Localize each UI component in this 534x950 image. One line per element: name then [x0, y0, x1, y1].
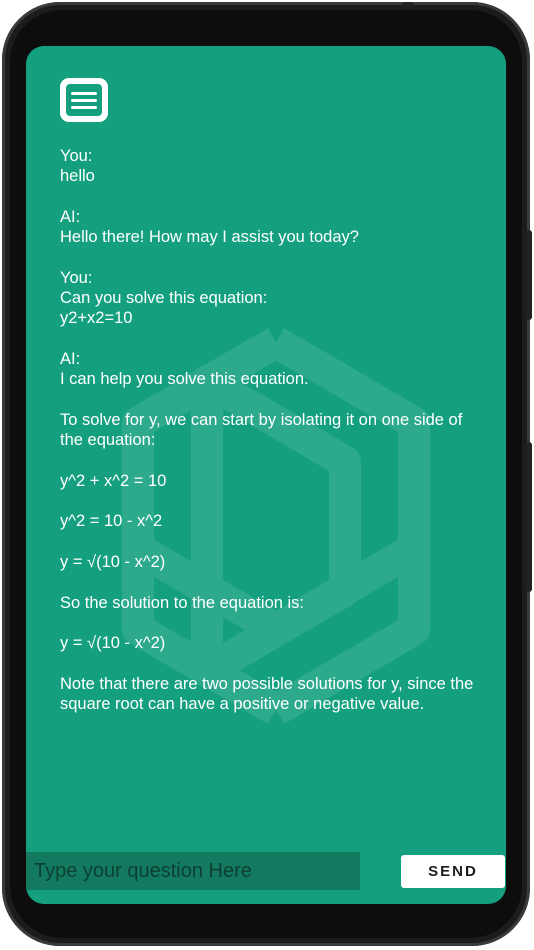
message-text: y^2 + x^2 = 10: [60, 471, 167, 490]
message-text: y = √(10 - x^2): [60, 552, 166, 571]
volume-button: [526, 230, 532, 320]
message-paragraph: y^2 = 10 - x^2: [60, 511, 480, 531]
message-paragraph: y^2 + x^2 = 10: [60, 471, 480, 491]
app-screen: You: hello AI: Hello there! How may I ass…: [26, 46, 506, 904]
message-paragraph: y = √(10 - x^2): [60, 552, 480, 572]
message-paragraph: Note that there are two possible solutio…: [60, 674, 480, 715]
message-sender: AI:: [60, 349, 81, 368]
message-text: To solve for y, we can start by isolatin…: [60, 410, 467, 450]
message-text: Can you solve this equation: y2+x2=10: [60, 289, 268, 328]
question-input[interactable]: [26, 852, 360, 890]
top-button: [402, 2, 414, 8]
power-button: [526, 442, 532, 592]
message-text: y^2 = 10 - x^2: [60, 512, 163, 531]
send-button[interactable]: SEND: [401, 855, 505, 888]
chat-message: AI: Hello there! How may I assist you to…: [60, 207, 480, 248]
message-text: Hello there! How may I assist you today?: [60, 228, 359, 247]
message-text: I can help you solve this equation.: [60, 370, 309, 389]
message-first-paragraph: You: Can you solve this equation: y2+x2=…: [60, 268, 480, 329]
chat-message: AI: I can help you solve this equation. T…: [60, 349, 480, 714]
message-first-paragraph: AI: I can help you solve this equation.: [60, 349, 480, 390]
message-text: Note that there are two possible solutio…: [60, 674, 478, 714]
message-paragraph: y = √(10 - x^2): [60, 633, 480, 653]
message-text: hello: [60, 167, 95, 186]
message-sender: You:: [60, 268, 93, 287]
message-sender: AI:: [60, 207, 81, 226]
menu-button[interactable]: [60, 78, 108, 122]
message-first-paragraph: AI: Hello there! How may I assist you to…: [60, 207, 480, 248]
chat-transcript: You: hello AI: Hello there! How may I ass…: [60, 146, 480, 735]
chat-message: You: hello: [60, 146, 480, 187]
menu-icon: [66, 84, 102, 116]
chat-message: You: Can you solve this equation: y2+x2=…: [60, 268, 480, 329]
message-paragraph: So the solution to the equation is:: [60, 593, 480, 613]
message-text: So the solution to the equation is:: [60, 593, 305, 612]
message-text: y = √(10 - x^2): [60, 634, 166, 653]
message-first-paragraph: You: hello: [60, 146, 480, 187]
message-paragraph: To solve for y, we can start by isolatin…: [60, 410, 480, 451]
message-sender: You:: [60, 147, 93, 165]
